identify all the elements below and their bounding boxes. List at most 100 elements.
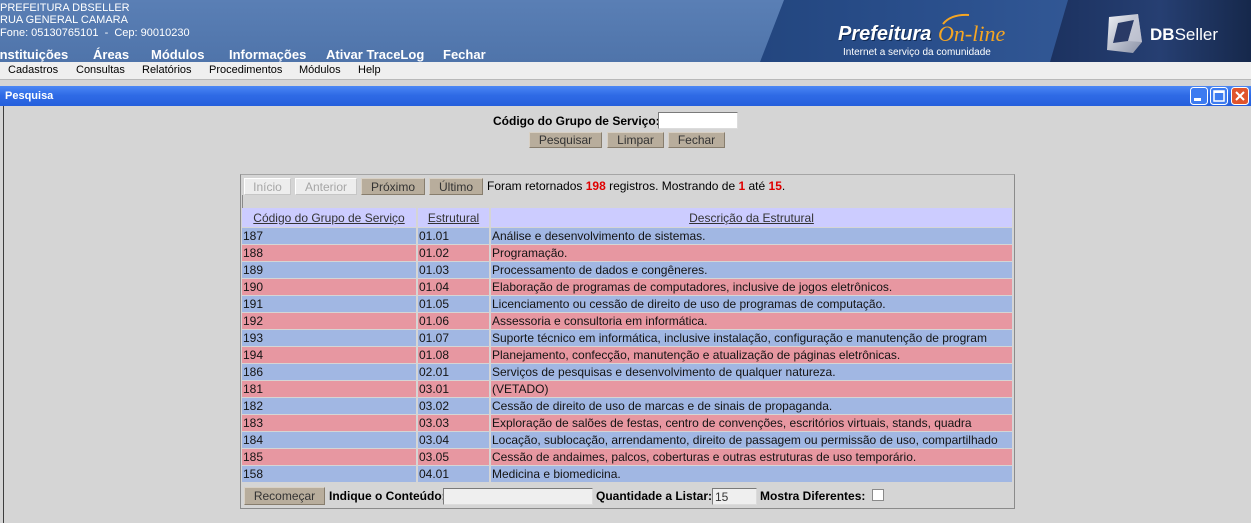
top-menu-modulos[interactable]: Módulos (151, 47, 204, 62)
row-description-cell[interactable]: (VETADO) (491, 381, 1012, 397)
row-code-cell[interactable]: 186 (242, 364, 416, 380)
row-code-cell[interactable]: 189 (242, 262, 416, 278)
row-structural-cell[interactable]: 01.07 (418, 330, 489, 346)
row-structural-cell[interactable]: 01.01 (418, 228, 489, 244)
search-code-input[interactable] (658, 112, 738, 129)
row-description-cell[interactable]: Cessão de andaimes, palcos, coberturas e… (491, 449, 1012, 465)
row-structural-cell[interactable]: 01.04 (418, 279, 489, 295)
table-row[interactable]: 158 04.01 Medicina e biomedicina. (242, 466, 1012, 482)
menu-cadastros[interactable]: Cadastros (8, 62, 58, 79)
table-row[interactable]: 194 01.08 Planejamento, confecção, manuten… (242, 347, 1012, 363)
dbseller-wordmark: DBSeller (1150, 25, 1218, 45)
row-code-cell[interactable]: 191 (242, 296, 416, 312)
column-header-description[interactable]: Descrição da Estrutural (491, 208, 1012, 227)
row-structural-cell[interactable]: 01.03 (418, 262, 489, 278)
quantity-input[interactable] (712, 488, 757, 505)
menu-consultas[interactable]: Consultas (76, 62, 125, 79)
org-name: PREFEITURA DBSELLER (0, 2, 130, 14)
table-header-row: Código do Grupo de Serviço Estrutural De… (242, 208, 1012, 227)
row-structural-cell[interactable]: 03.03 (418, 415, 489, 431)
top-menu-areas[interactable]: Áreas (93, 47, 129, 62)
filter-input[interactable] (443, 488, 593, 505)
row-code-cell[interactable]: 184 (242, 432, 416, 448)
table-row[interactable]: 182 03.02 Cessão de direito de uso de marc… (242, 398, 1012, 414)
menu-procedimentos[interactable]: Procedimentos (209, 62, 282, 79)
column-header-structural[interactable]: Estrutural (418, 208, 489, 227)
menu-relatorios[interactable]: Relatórios (142, 62, 192, 79)
row-code-cell[interactable]: 193 (242, 330, 416, 346)
top-menu-fechar[interactable]: Fechar (443, 47, 486, 62)
menu-modulos[interactable]: Módulos (299, 62, 341, 79)
row-description-cell[interactable]: Processamento de dados e congêneres. (491, 262, 1012, 278)
table-row[interactable]: 191 01.05 Licenciamento ou cessão de direi… (242, 296, 1012, 312)
dbseller-prefix: DB (1150, 25, 1175, 44)
table-row[interactable]: 183 03.03 Exploração de salões de festas, … (242, 415, 1012, 431)
table-row[interactable]: 190 01.04 Elaboração de programas de compu… (242, 279, 1012, 295)
column-header-code[interactable]: Código do Grupo de Serviço (242, 208, 416, 227)
pager-next-button[interactable]: Próximo (361, 178, 425, 195)
row-structural-cell[interactable]: 01.02 (418, 245, 489, 261)
row-code-cell[interactable]: 187 (242, 228, 416, 244)
window-title: Pesquisa (5, 90, 54, 102)
row-code-cell[interactable]: 181 (242, 381, 416, 397)
close-button[interactable] (1231, 87, 1249, 105)
window-title-bar[interactable]: Pesquisa (0, 86, 1251, 106)
row-description-cell[interactable]: Assessoria e consultoria em informática. (491, 313, 1012, 329)
close-form-button[interactable]: Fechar (668, 132, 725, 148)
table-row[interactable]: 189 01.03 Processamento de dados e congêne… (242, 262, 1012, 278)
row-code-cell[interactable]: 158 (242, 466, 416, 482)
row-description-cell[interactable]: Licenciamento ou cessão de direito de us… (491, 296, 1012, 312)
table-row[interactable]: 187 01.01 Análise e desenvolvimento de sis… (242, 228, 1012, 244)
row-structural-cell[interactable]: 03.04 (418, 432, 489, 448)
search-button[interactable]: Pesquisar (529, 132, 602, 148)
row-code-cell[interactable]: 185 (242, 449, 416, 465)
maximize-button[interactable] (1210, 87, 1228, 105)
search-label: Código do Grupo de Serviço: (493, 114, 660, 128)
minimize-button[interactable] (1190, 87, 1208, 105)
row-description-cell[interactable]: Elaboração de programas de computadores,… (491, 279, 1012, 295)
table-row[interactable]: 192 01.06 Assessoria e consultoria em info… (242, 313, 1012, 329)
menu-help[interactable]: Help (358, 62, 381, 79)
row-structural-cell[interactable]: 01.06 (418, 313, 489, 329)
column-header-description-label[interactable]: Descrição da Estrutural (689, 211, 814, 225)
row-code-cell[interactable]: 183 (242, 415, 416, 431)
row-description-cell[interactable]: Exploração de salões de festas, centro d… (491, 415, 1012, 431)
row-structural-cell[interactable]: 03.05 (418, 449, 489, 465)
row-code-cell[interactable]: 194 (242, 347, 416, 363)
row-structural-cell[interactable]: 04.01 (418, 466, 489, 482)
row-description-cell[interactable]: Serviços de pesquisas e desenvolvimento … (491, 364, 1012, 380)
row-code-cell[interactable]: 192 (242, 313, 416, 329)
summary-suffix: . (781, 179, 786, 193)
table-row[interactable]: 185 03.05 Cessão de andaimes, palcos, cobe… (242, 449, 1012, 465)
table-row[interactable]: 184 03.04 Locação, sublocação, arrendament… (242, 432, 1012, 448)
table-row[interactable]: 188 01.02 Programação. (242, 245, 1012, 261)
column-header-structural-label[interactable]: Estrutural (428, 211, 479, 225)
row-description-cell[interactable]: Medicina e biomedicina. (491, 466, 1012, 482)
row-description-cell[interactable]: Locação, sublocação, arrendamento, direi… (491, 432, 1012, 448)
table-row[interactable]: 181 03.01 (VETADO) (242, 381, 1012, 397)
table-row[interactable]: 186 02.01 Serviços de pesquisas e desenvol… (242, 364, 1012, 380)
row-description-cell[interactable]: Análise e desenvolvimento de sistemas. (491, 228, 1012, 244)
row-description-cell[interactable]: Suporte técnico em informática, inclusiv… (491, 330, 1012, 346)
row-code-cell[interactable]: 182 (242, 398, 416, 414)
pager-last-button[interactable]: Último (429, 178, 483, 195)
distinct-checkbox[interactable] (872, 489, 884, 501)
clear-button[interactable]: Limpar (607, 132, 664, 148)
top-menu-informacoes[interactable]: Informações (229, 47, 306, 62)
row-description-cell[interactable]: Programação. (491, 245, 1012, 261)
restart-button[interactable]: Recomeçar (244, 487, 325, 505)
row-code-cell[interactable]: 188 (242, 245, 416, 261)
row-code-cell[interactable]: 190 (242, 279, 416, 295)
table-row[interactable]: 193 01.07 Suporte técnico em informática, … (242, 330, 1012, 346)
row-structural-cell[interactable]: 03.02 (418, 398, 489, 414)
dbseller-logo-icon (1107, 14, 1142, 53)
row-structural-cell[interactable]: 02.01 (418, 364, 489, 380)
row-description-cell[interactable]: Cessão de direito de uso de marcas e de … (491, 398, 1012, 414)
top-menu-tracelog[interactable]: Ativar TraceLog (326, 47, 424, 62)
top-menu-instituicoes[interactable]: Instituições (0, 47, 68, 62)
row-structural-cell[interactable]: 01.08 (418, 347, 489, 363)
row-structural-cell[interactable]: 01.05 (418, 296, 489, 312)
row-description-cell[interactable]: Planejamento, confecção, manutenção e at… (491, 347, 1012, 363)
row-structural-cell[interactable]: 03.01 (418, 381, 489, 397)
column-header-code-label[interactable]: Código do Grupo de Serviço (253, 211, 404, 225)
